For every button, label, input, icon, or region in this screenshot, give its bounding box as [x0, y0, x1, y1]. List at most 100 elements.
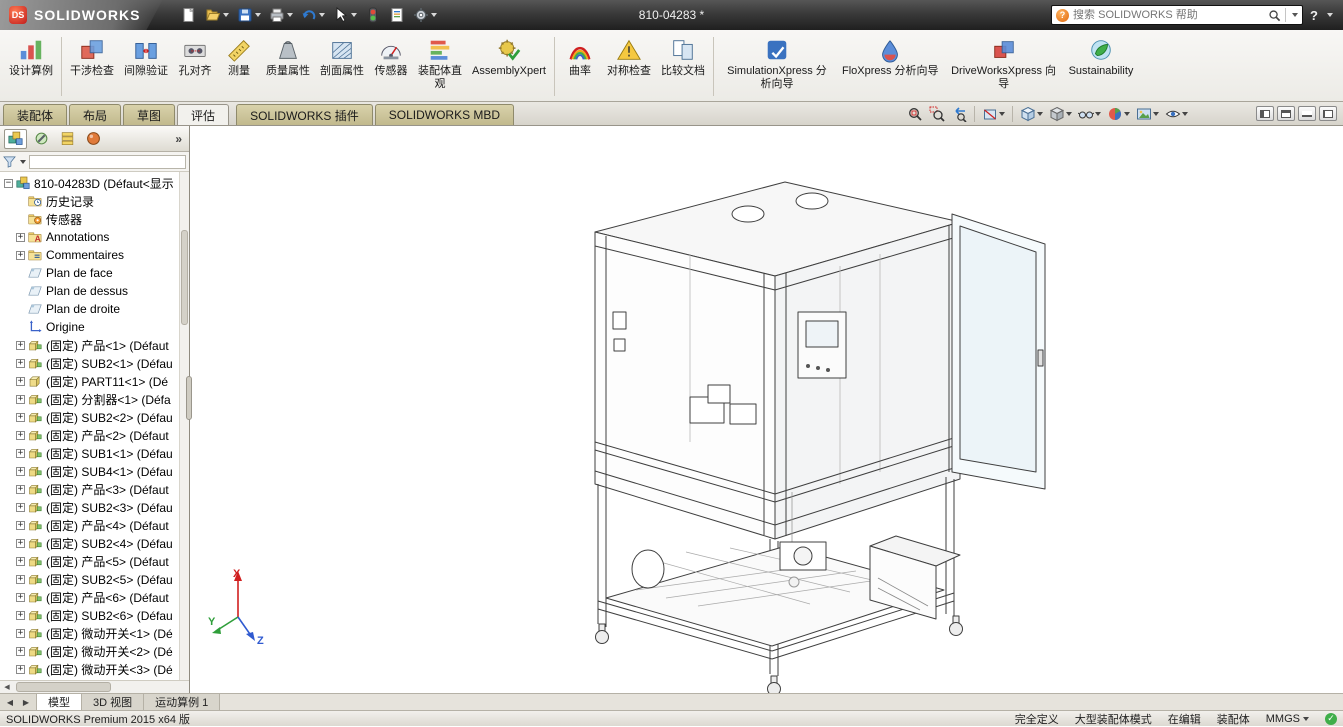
tree-horizontal-scrollbar[interactable]: ◀: [0, 680, 189, 693]
tree-item-plan-de-face[interactable]: Plan de face: [0, 264, 189, 282]
tree-item-component[interactable]: + (固定) 微动开关<2> (Dé: [0, 642, 189, 660]
driveworksxpress-button[interactable]: DriveWorksXpress 向导: [944, 33, 1064, 100]
tab-evaluate[interactable]: 评估: [177, 104, 229, 125]
search-input[interactable]: [1073, 9, 1264, 21]
symmetry-check-button[interactable]: 对称检查: [602, 33, 656, 100]
tree-item-plan-de-dessus[interactable]: Plan de dessus: [0, 282, 189, 300]
tree-item-component[interactable]: + (固定) 产品<3> (Défaut: [0, 480, 189, 498]
hide-show-items-button[interactable]: [1076, 104, 1103, 124]
tab-model[interactable]: 模型: [37, 694, 82, 710]
tab-3d-views[interactable]: 3D 视图: [82, 694, 144, 710]
tree-item-component[interactable]: + (固定) SUB2<6> (Défau: [0, 606, 189, 624]
tree-item-history[interactable]: 历史记录: [0, 192, 189, 210]
graphics-viewport[interactable]: X Y Z: [190, 126, 1343, 693]
tree-item-component[interactable]: + (固定) 分割器<1> (Défa: [0, 390, 189, 408]
tree-expander[interactable]: +: [16, 233, 25, 242]
section-view-button[interactable]: [980, 104, 1007, 124]
apply-scene-button[interactable]: [1134, 104, 1161, 124]
window-pane2-button[interactable]: [1277, 106, 1295, 121]
filter-funnel-icon[interactable]: [3, 155, 16, 168]
tree-expander[interactable]: +: [16, 485, 25, 494]
help-button[interactable]: ?: [1310, 8, 1318, 23]
tab-solidworks-mbd[interactable]: SOLIDWORKS MBD: [375, 104, 514, 125]
options-button[interactable]: [410, 4, 440, 26]
units-selector[interactable]: MMGS: [1266, 713, 1309, 725]
tree-vertical-scrollbar[interactable]: [179, 172, 189, 680]
tab-scroll-left-button[interactable]: ◀: [3, 698, 17, 707]
tree-item-plan-de-droite[interactable]: Plan de droite: [0, 300, 189, 318]
hole-alignment-button[interactable]: 孔对齐: [173, 33, 217, 100]
open-button[interactable]: [202, 4, 232, 26]
tree-expander[interactable]: +: [16, 575, 25, 584]
tree-item-component[interactable]: + (固定) 产品<2> (Défaut: [0, 426, 189, 444]
tree-item-component[interactable]: + (固定) PART11<1> (Dé: [0, 372, 189, 390]
tab-assembly[interactable]: 装配体: [3, 104, 67, 125]
status-check-icon[interactable]: ✓: [1325, 713, 1337, 725]
print-button[interactable]: [266, 4, 296, 26]
view-orientation-button[interactable]: [1018, 104, 1045, 124]
design-study-button[interactable]: 设计算例: [4, 33, 58, 100]
window-pane-button[interactable]: [1256, 106, 1274, 121]
search-scope-dropdown[interactable]: [1292, 13, 1298, 17]
simulationxpress-button[interactable]: SimulationXpress 分析向导: [717, 33, 837, 100]
tree-expander[interactable]: +: [16, 665, 25, 674]
curvature-button[interactable]: 曲率: [558, 33, 602, 100]
tree-expander[interactable]: +: [16, 413, 25, 422]
tab-layout[interactable]: 布局: [69, 104, 121, 125]
scrollbar-track[interactable]: [14, 681, 189, 693]
filter-dropdown-arrow[interactable]: [20, 160, 26, 164]
tree-expander[interactable]: +: [16, 503, 25, 512]
mass-properties-button[interactable]: 质量属性: [261, 33, 315, 100]
help-dropdown-arrow[interactable]: [1327, 13, 1333, 17]
new-document-button[interactable]: [178, 4, 200, 26]
tree-item-component[interactable]: + (固定) SUB2<3> (Défau: [0, 498, 189, 516]
sustainability-button[interactable]: Sustainability: [1064, 33, 1139, 100]
rebuild-button[interactable]: [362, 4, 384, 26]
zoom-area-button[interactable]: [927, 104, 947, 124]
window-minimize-button[interactable]: [1298, 106, 1316, 121]
tree-item-component[interactable]: + (固定) 产品<5> (Défaut: [0, 552, 189, 570]
tree-item-component[interactable]: + (固定) 产品<4> (Défaut: [0, 516, 189, 534]
tree-expander[interactable]: +: [16, 359, 25, 368]
tree-expander[interactable]: +: [16, 251, 25, 260]
select-button[interactable]: [330, 4, 360, 26]
interference-check-button[interactable]: 干涉检查: [65, 33, 119, 100]
tree-item-component[interactable]: + (固定) 微动开关<3> (Dé: [0, 660, 189, 678]
file-properties-button[interactable]: [386, 4, 408, 26]
propertymanager-tab[interactable]: [30, 129, 53, 149]
tree-item-component[interactable]: + (固定) SUB2<4> (Défau: [0, 534, 189, 552]
tree-expander[interactable]: +: [16, 557, 25, 566]
display-style-button[interactable]: [1047, 104, 1074, 124]
sensor-button[interactable]: 传感器: [369, 33, 413, 100]
compare-documents-button[interactable]: 比较文档: [656, 33, 710, 100]
tree-expander[interactable]: −: [4, 179, 13, 188]
previous-view-button[interactable]: [949, 104, 969, 124]
tab-solidworks-addins[interactable]: SOLIDWORKS 插件: [236, 104, 373, 125]
tree-expander[interactable]: +: [16, 647, 25, 656]
tree-expander[interactable]: +: [16, 521, 25, 530]
configurationmanager-tab[interactable]: [56, 129, 79, 149]
tree-filter-field[interactable]: [29, 155, 186, 169]
tree-expander[interactable]: +: [16, 377, 25, 386]
model-wireframe[interactable]: [540, 154, 1055, 693]
tree-expander[interactable]: +: [16, 431, 25, 440]
measure-button[interactable]: 测量: [217, 33, 261, 100]
tree-item-component[interactable]: + (固定) SUB2<2> (Défau: [0, 408, 189, 426]
search-icon[interactable]: [1268, 9, 1281, 22]
tree-item-component[interactable]: + (固定) SUB1<1> (Défau: [0, 444, 189, 462]
tree-item-origine[interactable]: Origine: [0, 318, 189, 336]
panel-expand-chevron-icon[interactable]: »: [172, 132, 185, 146]
zoom-fit-button[interactable]: [905, 104, 925, 124]
tree-item-component[interactable]: + (固定) SUB2<5> (Défau: [0, 570, 189, 588]
tree-expander[interactable]: +: [16, 449, 25, 458]
tree-item-component[interactable]: + (固定) 产品<1> (Défaut: [0, 336, 189, 354]
clearance-verification-button[interactable]: 间隙验证: [119, 33, 173, 100]
tree-item-component[interactable]: + (固定) SUB4<1> (Défau: [0, 462, 189, 480]
tab-scroll-right-button[interactable]: ▶: [19, 698, 33, 707]
scroll-left-button[interactable]: ◀: [0, 681, 14, 693]
floxpress-button[interactable]: FloXpress 分析向导: [837, 33, 944, 100]
view-settings-button[interactable]: [1163, 104, 1190, 124]
save-button[interactable]: [234, 4, 264, 26]
displaymanager-tab[interactable]: [82, 129, 105, 149]
tree-expander[interactable]: +: [16, 629, 25, 638]
